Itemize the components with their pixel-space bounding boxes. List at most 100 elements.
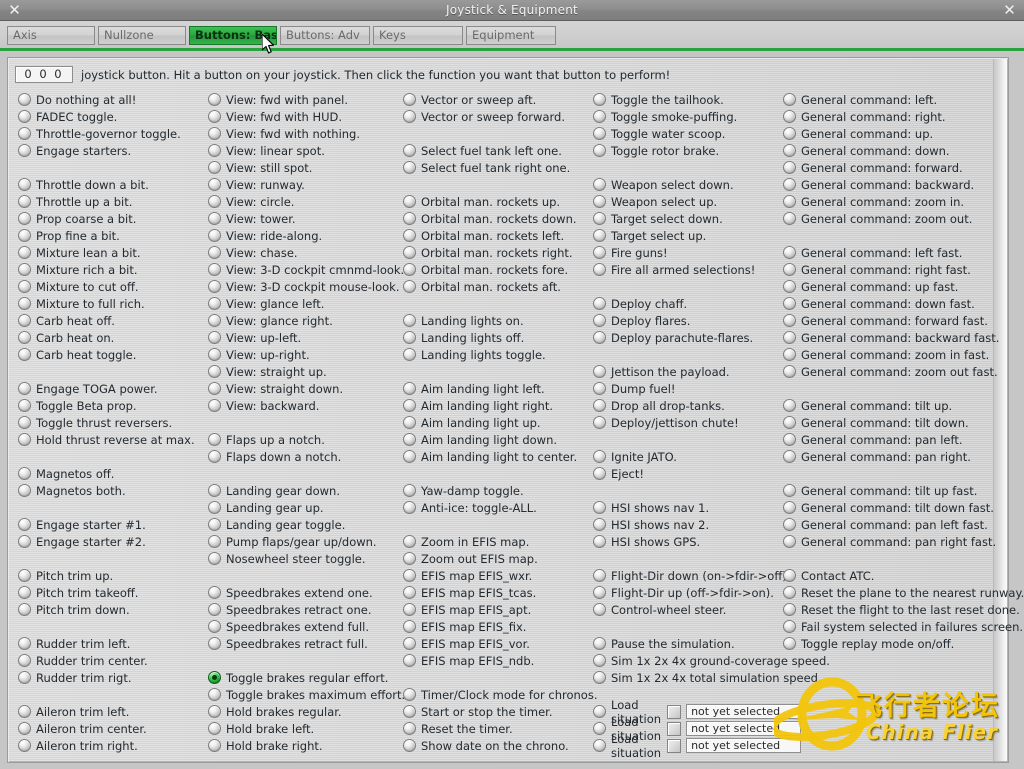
option-show-date-on-the-chrono[interactable]: Show date on the chrono. — [403, 737, 593, 754]
option-landing-gear-down[interactable]: Landing gear down. — [208, 482, 403, 499]
option-zoom-out-efis-map[interactable]: Zoom out EFIS map. — [403, 550, 593, 567]
option-anti-ice-toggle-all[interactable]: Anti-ice: toggle-ALL. — [403, 499, 593, 516]
radio-button-icon[interactable] — [18, 518, 31, 531]
radio-button-icon[interactable] — [783, 535, 796, 548]
option-general-command-zoom-in[interactable]: General command: zoom in. — [783, 193, 998, 210]
option-engage-starter-2[interactable]: Engage starter #2. — [18, 533, 208, 550]
radio-button-icon[interactable] — [403, 535, 416, 548]
option-landing-gear-up[interactable]: Landing gear up. — [208, 499, 403, 516]
radio-button-icon[interactable] — [593, 93, 606, 106]
option-speedbrakes-extend-one[interactable]: Speedbrakes extend one. — [208, 584, 403, 601]
radio-button-icon[interactable] — [208, 314, 221, 327]
radio-button-icon[interactable] — [403, 263, 416, 276]
option-toggle-the-tailhook[interactable]: Toggle the tailhook. — [593, 91, 783, 108]
option-general-command-up[interactable]: General command: up. — [783, 125, 998, 142]
option-view-glance-right[interactable]: View: glance right. — [208, 312, 403, 329]
radio-button-icon[interactable] — [403, 705, 416, 718]
radio-button-icon[interactable] — [18, 433, 31, 446]
option-flight-dir-up-off-fdir-on[interactable]: Flight-Dir up (off->fdir->on). — [593, 584, 783, 601]
radio-button-icon[interactable] — [783, 433, 796, 446]
radio-button-icon[interactable] — [208, 637, 221, 650]
tab-equipment[interactable]: Equipment — [466, 26, 556, 45]
option-engage-starters[interactable]: Engage starters. — [18, 142, 208, 159]
radio-button-icon[interactable] — [18, 93, 31, 106]
radio-button-icon[interactable] — [593, 382, 606, 395]
radio-button-icon[interactable] — [593, 178, 606, 191]
radio-button-icon[interactable] — [783, 161, 796, 174]
option-general-command-up-fast[interactable]: General command: up fast. — [783, 278, 998, 295]
option-general-command-right[interactable]: General command: right. — [783, 108, 998, 125]
radio-button-icon[interactable] — [208, 263, 221, 276]
option-hold-brake-left[interactable]: Hold brake left. — [208, 720, 403, 737]
radio-button-icon[interactable] — [208, 280, 221, 293]
option-hsi-shows-nav-1[interactable]: HSI shows nav 1. — [593, 499, 783, 516]
option-hold-brakes-regular[interactable]: Hold brakes regular. — [208, 703, 403, 720]
radio-button-icon[interactable] — [18, 297, 31, 310]
option-pause-the-simulation[interactable]: Pause the simulation. — [593, 635, 783, 652]
option-view-3-d-cockpit-mouse-look[interactable]: View: 3-D cockpit mouse-look. — [208, 278, 403, 295]
radio-button-icon[interactable] — [208, 93, 221, 106]
radio-button-icon[interactable] — [208, 195, 221, 208]
option-general-command-left-fast[interactable]: General command: left fast. — [783, 244, 998, 261]
close-icon-right[interactable]: ✕ — [1001, 2, 1018, 19]
option-general-command-pan-right-fast[interactable]: General command: pan right fast. — [783, 533, 998, 550]
option-weapon-select-up[interactable]: Weapon select up. — [593, 193, 783, 210]
option-view-straight-up[interactable]: View: straight up. — [208, 363, 403, 380]
option-view-glance-left[interactable]: View: glance left. — [208, 295, 403, 312]
radio-button-icon[interactable] — [18, 144, 31, 157]
radio-button-icon[interactable] — [593, 229, 606, 242]
radio-button-icon[interactable] — [593, 246, 606, 259]
radio-button-icon[interactable] — [403, 399, 416, 412]
radio-button-icon[interactable] — [208, 127, 221, 140]
radio-button-icon[interactable] — [208, 484, 221, 497]
option-aim-landing-light-left[interactable]: Aim landing light left. — [403, 380, 593, 397]
load-situation-file-field[interactable]: not yet selected — [686, 738, 802, 753]
radio-button-icon[interactable] — [593, 450, 606, 463]
radio-button-icon[interactable] — [403, 450, 416, 463]
radio-button-icon[interactable] — [593, 637, 606, 650]
option-efis-map-efis-tcas[interactable]: EFIS map EFIS_tcas. — [403, 584, 593, 601]
option-carb-heat-on[interactable]: Carb heat on. — [18, 329, 208, 346]
option-deploy-jettison-chute[interactable]: Deploy/jettison chute! — [593, 414, 783, 431]
option-fire-all-armed-selections[interactable]: Fire all armed selections! — [593, 261, 783, 278]
option-orbital-man-rockets-fore[interactable]: Orbital man. rockets fore. — [403, 261, 593, 278]
option-aim-landing-light-right[interactable]: Aim landing light right. — [403, 397, 593, 414]
option-general-command-zoom-out[interactable]: General command: zoom out. — [783, 210, 998, 227]
option-hsi-shows-nav-2[interactable]: HSI shows nav 2. — [593, 516, 783, 533]
radio-button-icon[interactable] — [403, 110, 416, 123]
option-aim-landing-light-to-center[interactable]: Aim landing light to center. — [403, 448, 593, 465]
radio-button-icon[interactable] — [593, 365, 606, 378]
option-general-command-tilt-up-fast[interactable]: General command: tilt up fast. — [783, 482, 998, 499]
option-hold-brake-right[interactable]: Hold brake right. — [208, 737, 403, 754]
option-view-still-spot[interactable]: View: still spot. — [208, 159, 403, 176]
option-toggle-brakes-maximum-effort[interactable]: Toggle brakes maximum effort. — [208, 686, 405, 703]
option-general-command-pan-left[interactable]: General command: pan left. — [783, 431, 998, 448]
option-fadec-toggle[interactable]: FADEC toggle. — [18, 108, 208, 125]
radio-button-icon[interactable] — [208, 705, 221, 718]
load-situation-checkbox[interactable] — [667, 721, 682, 736]
option-aim-landing-light-down[interactable]: Aim landing light down. — [403, 431, 593, 448]
radio-button-icon[interactable] — [208, 212, 221, 225]
option-fire-guns[interactable]: Fire guns! — [593, 244, 783, 261]
radio-button-icon[interactable] — [403, 552, 416, 565]
radio-button-icon[interactable] — [208, 518, 221, 531]
radio-button-icon[interactable] — [403, 586, 416, 599]
radio-button-icon[interactable] — [18, 416, 31, 429]
radio-button-icon[interactable] — [783, 416, 796, 429]
option-orbital-man-rockets-down[interactable]: Orbital man. rockets down. — [403, 210, 593, 227]
option-view-fwd-with-panel[interactable]: View: fwd with panel. — [208, 91, 403, 108]
option-start-or-stop-the-timer[interactable]: Start or stop the timer. — [403, 703, 593, 720]
option-engage-starter-1[interactable]: Engage starter #1. — [18, 516, 208, 533]
radio-button-icon[interactable] — [783, 603, 796, 616]
tab-nullzone[interactable]: Nullzone — [98, 26, 186, 45]
radio-button-icon[interactable] — [403, 314, 416, 327]
option-hold-thrust-reverse-at-max[interactable]: Hold thrust reverse at max. — [18, 431, 208, 448]
radio-button-icon[interactable] — [593, 586, 606, 599]
option-flaps-up-a-notch[interactable]: Flaps up a notch. — [208, 431, 403, 448]
option-general-command-down[interactable]: General command: down. — [783, 142, 998, 159]
option-prop-fine-a-bit[interactable]: Prop fine a bit. — [18, 227, 208, 244]
radio-button-icon[interactable] — [18, 399, 31, 412]
radio-button-icon[interactable] — [403, 93, 416, 106]
option-aileron-trim-center[interactable]: Aileron trim center. — [18, 720, 208, 737]
option-pump-flaps-gear-up-down[interactable]: Pump flaps/gear up/down. — [208, 533, 403, 550]
